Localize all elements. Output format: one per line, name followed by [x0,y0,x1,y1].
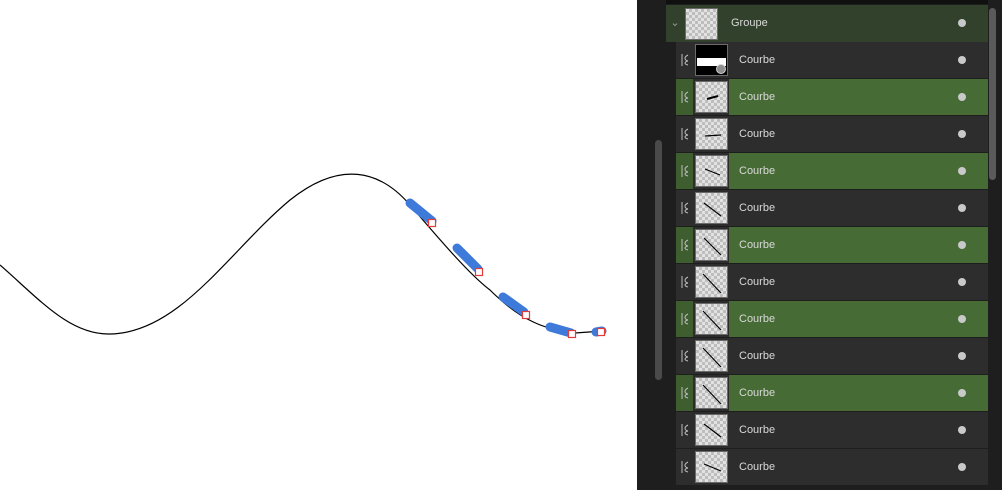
visibility-dot-icon[interactable] [958,241,966,249]
layer-label: Courbe [739,350,776,362]
visibility-dot-icon[interactable] [958,463,966,471]
thumbnail-stroke [702,347,722,368]
panel-scroll-track[interactable] [655,140,662,380]
layer-row[interactable]: Courbe [676,79,988,115]
selected-segment [498,292,529,317]
thumbnail-stroke [706,95,719,100]
thumbnail-stroke [702,384,722,405]
curve-layer-icon [681,276,689,288]
curve-layer-icon [681,202,689,214]
curve-layer-icon [681,461,689,473]
group-thumbnail [685,8,718,40]
layer-label: Courbe [739,202,776,214]
layer-row-group[interactable]: ⌄ Groupe [666,5,988,42]
thumbnail-stroke [703,202,722,217]
visibility-dot-icon[interactable] [958,315,966,323]
curve-node [474,267,484,277]
curve-layer-icon [681,313,689,325]
curve-nodes[interactable] [427,218,606,339]
layer-row[interactable]: Courbe [676,116,988,152]
visibility-dot-icon[interactable] [958,278,966,286]
layer-label: Groupe [731,17,768,29]
layer-row[interactable]: Courbe [676,412,988,448]
layer-label: Courbe [739,165,776,177]
visibility-dot-icon[interactable] [958,389,966,397]
layer-label: Courbe [739,128,776,140]
layer-row[interactable]: Courbe [676,338,988,374]
thumbnail-stroke [702,310,722,331]
layer-row[interactable]: Courbe [676,449,988,485]
layer-label: Courbe [739,424,776,436]
layer-label: Courbe [739,461,776,473]
layer-label: Courbe [739,387,776,399]
thumbnail-stroke [703,463,722,472]
visibility-dot-icon[interactable] [958,167,966,175]
panel-top-edge [666,0,988,4]
layer-thumbnail [695,340,728,372]
layer-label: Courbe [739,91,776,103]
layer-thumbnail [695,118,728,150]
canvas-artwork [0,173,607,339]
thumbnail-stroke [704,168,721,176]
layer-thumbnail [695,81,728,113]
curve-node [427,218,437,228]
curve-node [596,327,606,337]
layer-thumbnail [695,303,728,335]
layer-label: Courbe [739,54,776,66]
main-curve[interactable] [0,173,604,335]
mask-thumbnail [695,44,728,76]
layer-thumbnail [695,192,728,224]
chevron-down-icon[interactable]: ⌄ [670,17,680,29]
layer-thumbnail [695,451,728,483]
layer-row[interactable]: Courbe [676,264,988,300]
curve-layer-icon [681,239,689,251]
visibility-dot-icon[interactable] [958,204,966,212]
layer-thumbnail [695,229,728,261]
layer-row[interactable]: Courbe [676,190,988,226]
thumbnail-stroke [703,423,722,438]
layer-thumbnail [695,266,728,298]
selected-segments[interactable] [405,198,607,338]
layer-row[interactable]: Courbe [676,301,988,337]
layer-label: Courbe [739,239,776,251]
layer-row[interactable]: Courbe [676,42,988,78]
mask-badge-icon [716,64,726,74]
selected-segment [452,243,483,274]
visibility-dot-icon[interactable] [958,352,966,360]
curve-node [567,329,577,339]
layer-thumbnail [695,414,728,446]
layer-row[interactable]: Courbe [676,375,988,411]
visibility-dot-icon[interactable] [958,426,966,434]
curve-layer-icon [681,128,689,140]
layer-thumbnail [695,155,728,187]
thumbnail-stroke [703,237,722,256]
curve-node [521,310,531,320]
curve-layer-icon [681,54,689,66]
curve-layer-icon [681,91,689,103]
selected-segment [545,322,576,338]
layer-label: Courbe [739,313,776,325]
visibility-dot-icon[interactable] [958,19,966,27]
visibility-dot-icon[interactable] [958,130,966,138]
drawing-canvas[interactable] [0,0,637,490]
curve-layer-icon [681,387,689,399]
layer-thumbnail [695,377,728,409]
layer-row[interactable]: Courbe [676,153,988,189]
layer-label: Courbe [739,276,776,288]
curve-layer-icon [681,350,689,362]
layer-row[interactable]: Courbe [676,227,988,263]
thumbnail-stroke [702,273,722,294]
thumbnail-stroke [704,134,722,137]
visibility-dot-icon[interactable] [958,93,966,101]
layers-scrollbar[interactable] [989,8,996,180]
curve-layer-icon [681,424,689,436]
visibility-dot-icon[interactable] [958,56,966,64]
curve-layer-icon [681,165,689,177]
layers-panel: ⌄ Groupe Courbe Courbe Courbe Courbe Courbe C… [637,0,1002,490]
